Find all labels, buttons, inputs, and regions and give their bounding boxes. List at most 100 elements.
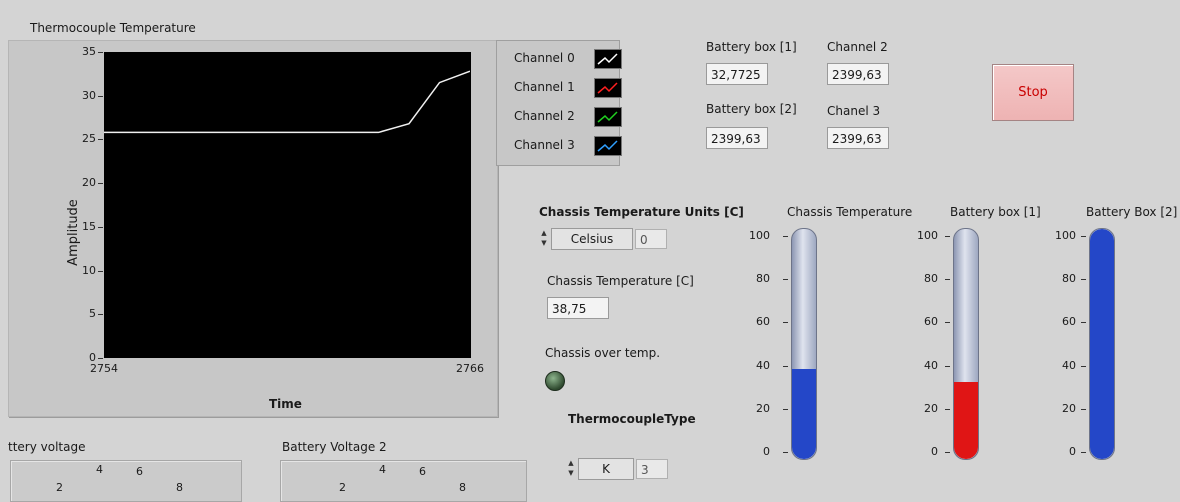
thermometer-tick-mark	[945, 236, 950, 237]
overtemp-label: Chassis over temp.	[545, 346, 661, 360]
legend-item-channel-1[interactable]: Channel 1	[497, 74, 622, 100]
thermometer-fill	[1090, 229, 1114, 459]
units-ring[interactable]: Celsius	[551, 228, 633, 250]
thermometer-battery-box-2-label: Battery Box [2]	[1086, 205, 1178, 219]
y-tick-label: 25	[82, 132, 96, 146]
battery-box-1-value: 32,7725	[706, 63, 768, 85]
thermometer-tick-mark	[1081, 408, 1086, 410]
battery-box-1-label: Battery box [1]	[706, 40, 797, 54]
y-tick-mark	[98, 52, 103, 53]
units-increment-icon[interactable]: ▲ ▼	[539, 228, 549, 250]
thermometer-scale-label: 40	[756, 358, 770, 372]
x-tick-label: 2766	[456, 362, 484, 375]
green-line-icon	[594, 107, 622, 127]
battery-voltage-2-label: Battery Voltage 2	[282, 440, 387, 454]
y-tick-mark	[98, 183, 103, 185]
thermometer-scale-label: 40	[924, 358, 938, 372]
y-tick-mark	[98, 139, 103, 141]
plot-background	[104, 52, 470, 358]
thermometer-tick-mark	[783, 452, 788, 453]
thermometer-scale-label: 80	[756, 272, 770, 286]
chanel-3-value: 2399,63	[827, 127, 889, 149]
blue-line-icon	[594, 136, 622, 156]
dial-number: 4	[379, 463, 386, 476]
thermometer-tick-mark	[783, 236, 788, 237]
battery-voltage-label: ttery voltage	[8, 440, 86, 454]
y-tick-label: 20	[82, 176, 96, 190]
thermometer-scale-label: 20	[756, 401, 770, 415]
thermometer-scale-label: 100	[749, 229, 770, 242]
legend-label: Channel 0	[514, 51, 575, 65]
thermometer-tube	[1089, 228, 1115, 460]
thermometer-tick-mark	[783, 365, 788, 367]
thermometer-tick-mark	[945, 365, 950, 367]
x-axis-label: Time	[269, 397, 302, 411]
stop-button[interactable]: Stop	[992, 64, 1074, 121]
dial-number: 6	[136, 465, 143, 478]
thermocouple-type-ring[interactable]: K	[578, 458, 634, 480]
thermometer-fill	[792, 369, 816, 459]
thermometer-scale-label: 100	[917, 229, 938, 242]
thermometer-tick-mark	[783, 322, 788, 324]
legend-label: Channel 3	[514, 138, 575, 152]
y-tick-mark	[98, 314, 103, 316]
thermocouple-type-label: ThermocoupleType	[568, 412, 696, 426]
thermometer-scale-label: 60	[924, 315, 938, 329]
thermometer-scale-label: 0	[763, 445, 770, 458]
chassis-temperature-label: Chassis Temperature [C]	[547, 274, 694, 288]
legend-item-channel-2[interactable]: Channel 2	[497, 103, 622, 129]
thermometer-tick-mark	[783, 408, 788, 410]
thermocouple-type-increment-icon[interactable]: ▲ ▼	[566, 458, 576, 480]
thermometer-tube	[953, 228, 979, 460]
thermometer-tick-mark	[1081, 365, 1086, 367]
y-tick-mark	[98, 226, 103, 228]
thermometer-tick-mark	[1081, 279, 1086, 281]
units-label: Chassis Temperature Units [C]	[539, 205, 744, 219]
thermometer-chassis-label: Chassis Temperature	[787, 205, 913, 219]
x-tick-label: 2754	[90, 362, 118, 375]
dial-number: 4	[96, 463, 103, 476]
legend-item-channel-0[interactable]: Channel 0	[497, 45, 622, 71]
thermometer-tick-mark	[945, 322, 950, 324]
thermometer-scale-label: 0	[931, 445, 938, 458]
y-tick-label: 35	[82, 45, 96, 58]
thermometer-scale-label: 80	[924, 272, 938, 286]
thermometer-tick-mark	[1081, 322, 1086, 324]
white-line-icon	[594, 49, 622, 69]
thermometer-scale-label: 60	[756, 315, 770, 329]
thermometer-tick-mark	[783, 279, 788, 281]
units-index: 0	[635, 229, 667, 249]
battery-voltage-2-gauge: 2 4 6 8	[280, 460, 527, 502]
plot-legend[interactable]: Channel 0 Channel 1 Channel 2 Channel 3	[496, 40, 622, 166]
channel-2-value: 2399,63	[827, 63, 889, 85]
thermometer-scale-label: 40	[1062, 358, 1076, 372]
chanel-3-label: Chanel 3	[827, 104, 881, 118]
red-line-icon	[594, 78, 622, 98]
thermometer-tick-mark	[945, 279, 950, 281]
y-tick-label: 5	[89, 307, 96, 321]
battery-box-2-label: Battery box [2]	[706, 102, 797, 116]
chassis-temperature-value: 38,75	[547, 297, 609, 319]
thermometer-fill	[954, 382, 978, 459]
y-tick-mark	[98, 358, 103, 359]
channel-2-label: Channel 2	[827, 40, 888, 54]
legend-label: Channel 1	[514, 80, 575, 94]
thermometer-scale-label: 20	[924, 401, 938, 415]
thermometer-scale-label: 80	[1062, 272, 1076, 286]
thermometer-scale-label: 0	[1069, 445, 1076, 458]
legend-item-channel-3[interactable]: Channel 3	[497, 132, 622, 158]
dial-number: 6	[419, 465, 426, 478]
graph-plot	[104, 52, 470, 358]
overtemp-led-icon	[545, 371, 565, 391]
thermometer-scale-label: 60	[1062, 315, 1076, 329]
y-tick-label: 30	[82, 88, 96, 102]
y-tick-mark	[98, 270, 103, 272]
y-tick-mark	[98, 95, 103, 97]
battery-box-2-value: 2399,63	[706, 127, 768, 149]
thermometer-tick-mark	[945, 408, 950, 410]
thermometer-tick-mark	[945, 452, 950, 453]
y-axis-label: Amplitude	[65, 199, 81, 266]
thermometer-tick-mark	[1081, 236, 1086, 237]
thermocouple-type-index: 3	[636, 459, 668, 479]
thermometer-scale-label: 20	[1062, 401, 1076, 415]
